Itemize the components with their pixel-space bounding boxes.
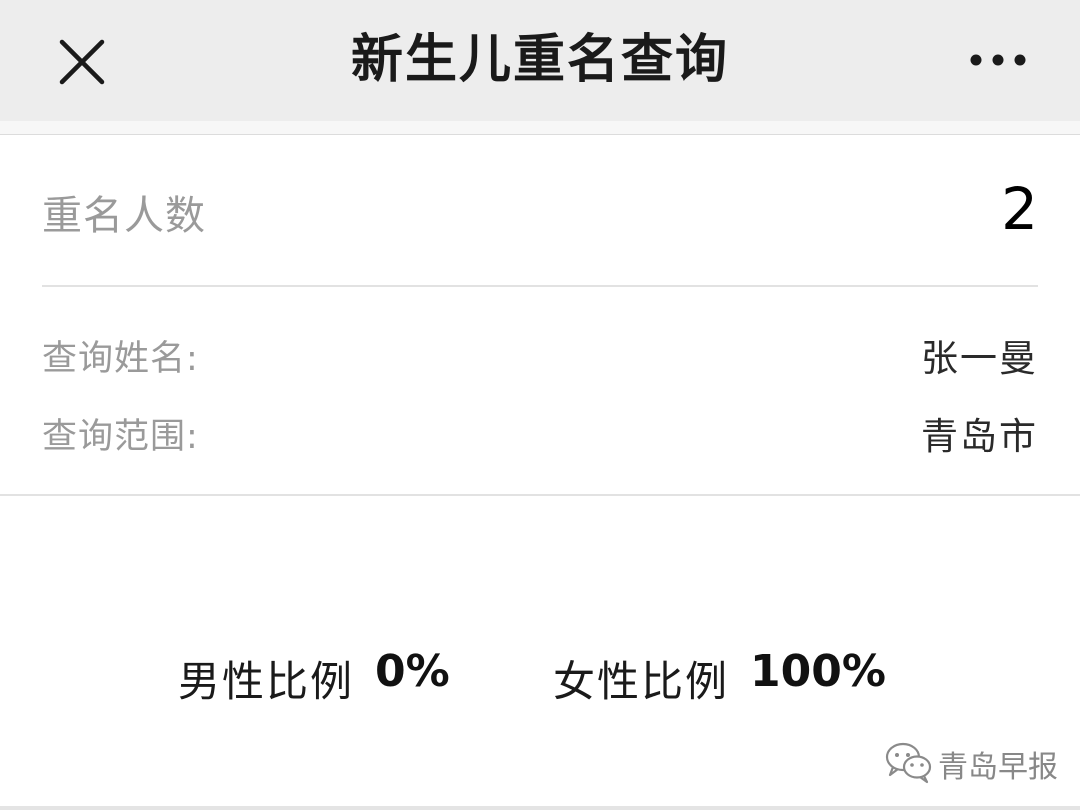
duplicate-count-row: 重名人数 2 — [42, 135, 1038, 287]
page: 新生儿重名查询 重名人数 2 查询姓名: 张一曼 查询范围: 青岛市 男性比例 … — [0, 0, 1080, 810]
query-range-value: 青岛市 — [921, 415, 1038, 458]
wechat-icon — [885, 742, 932, 784]
watermark-text: 青岛早报 — [938, 750, 1058, 785]
query-name-label: 查询姓名: — [42, 339, 199, 379]
close-button[interactable] — [52, 32, 112, 92]
bottom-border — [0, 806, 1080, 810]
query-range-label: 查询范围: — [42, 417, 199, 457]
female-ratio-value: 100% — [750, 646, 886, 697]
male-ratio-label: 男性比例 — [178, 657, 355, 706]
query-name-value: 张一曼 — [921, 337, 1038, 380]
section-divider — [0, 494, 1080, 496]
duplicate-count-value: 2 — [1001, 175, 1038, 243]
close-icon — [59, 39, 105, 85]
navbar-separator — [0, 121, 1080, 135]
duplicate-count-label: 重名人数 — [42, 193, 206, 239]
more-button[interactable] — [966, 40, 1030, 80]
female-ratio-label: 女性比例 — [553, 657, 730, 706]
navbar: 新生儿重名查询 — [0, 0, 1080, 121]
page-title: 新生儿重名查询 — [350, 30, 729, 90]
male-ratio-value: 0% — [375, 646, 450, 697]
more-dots-icon — [970, 54, 1026, 66]
